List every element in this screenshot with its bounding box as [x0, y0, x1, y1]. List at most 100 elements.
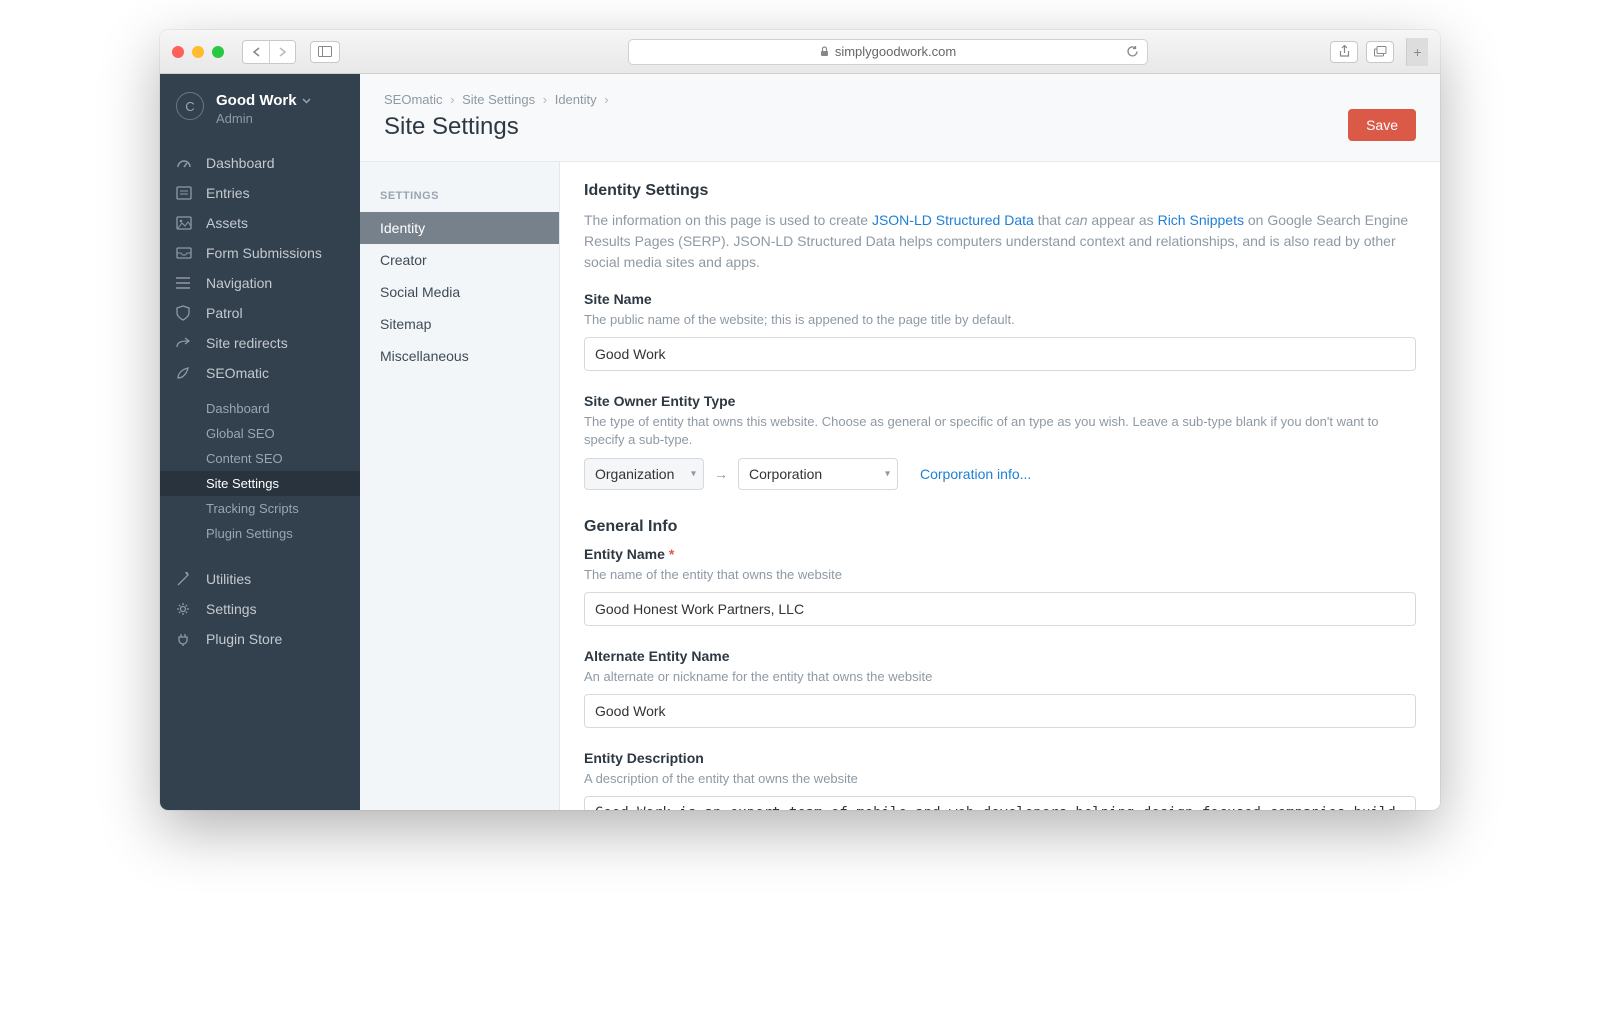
- browser-window: simplygoodwork.com + C Good Work: [160, 30, 1440, 810]
- reload-icon[interactable]: [1126, 45, 1139, 58]
- settings-tab-identity[interactable]: Identity: [360, 212, 559, 244]
- entity-type-select-a[interactable]: Organization: [584, 458, 704, 490]
- subnav-dashboard[interactable]: Dashboard: [160, 396, 360, 421]
- site-name-label: Site Name: [584, 291, 1416, 307]
- sidebar-item-entries[interactable]: Entries: [160, 178, 360, 208]
- identity-heading: Identity Settings: [584, 182, 1416, 200]
- entity-type-help: The type of entity that owns this websit…: [584, 413, 1416, 449]
- url-host: simplygoodwork.com: [835, 44, 956, 59]
- settings-tab-sitemap[interactable]: Sitemap: [360, 308, 559, 340]
- gear-icon: [176, 602, 194, 616]
- sidebar-footer-nav: Utilities Settings Plugin Store: [160, 556, 360, 662]
- settings-heading: SETTINGS: [360, 190, 559, 212]
- alt-name-help: An alternate or nickname for the entity …: [584, 668, 1416, 686]
- org-name: Good Work: [216, 92, 311, 109]
- org-avatar: C: [176, 92, 204, 120]
- entity-name-label: Entity Name*: [584, 546, 1416, 562]
- subnav-content-seo[interactable]: Content SEO: [160, 446, 360, 471]
- identity-description: The information on this page is used to …: [584, 210, 1416, 273]
- entity-name-input[interactable]: [584, 592, 1416, 626]
- chevron-right-icon: ›: [450, 92, 454, 107]
- new-tab-button[interactable]: +: [1406, 38, 1428, 66]
- entity-type-label: Site Owner Entity Type: [584, 393, 1416, 409]
- entity-type-select-b[interactable]: Corporation: [738, 458, 898, 490]
- subnav-tracking-scripts[interactable]: Tracking Scripts: [160, 496, 360, 521]
- back-button[interactable]: [243, 41, 269, 63]
- field-entity-name: Entity Name* The name of the entity that…: [584, 546, 1416, 626]
- redirect-icon: [176, 337, 194, 349]
- lock-icon: [820, 46, 829, 57]
- sidebar-item-plugin-store[interactable]: Plugin Store: [160, 624, 360, 654]
- settings-tab-miscellaneous[interactable]: Miscellaneous: [360, 340, 559, 372]
- field-site-name: Site Name The public name of the website…: [584, 291, 1416, 371]
- breadcrumb-site-settings[interactable]: Site Settings: [462, 92, 535, 107]
- menu-icon: [176, 277, 194, 289]
- alt-name-label: Alternate Entity Name: [584, 648, 1416, 664]
- leaf-icon: [176, 366, 194, 380]
- corporation-info-link[interactable]: Corporation info...: [920, 466, 1031, 482]
- sidebar-item-seomatic[interactable]: SEOmatic: [160, 358, 360, 388]
- newspaper-icon: [176, 186, 194, 200]
- shield-icon: [176, 305, 194, 321]
- close-window-button[interactable]: [172, 46, 184, 58]
- share-button[interactable]: [1330, 41, 1358, 63]
- entity-name-help: The name of the entity that owns the web…: [584, 566, 1416, 584]
- required-asterisk: *: [669, 546, 674, 562]
- breadcrumb-identity[interactable]: Identity: [555, 92, 597, 107]
- inbox-icon: [176, 247, 194, 259]
- tabs-button[interactable]: [1366, 41, 1394, 63]
- address-bar[interactable]: simplygoodwork.com: [628, 39, 1148, 65]
- subnav-site-settings[interactable]: Site Settings: [160, 471, 360, 496]
- sidebar-item-utilities[interactable]: Utilities: [160, 564, 360, 594]
- jsonld-link[interactable]: JSON-LD Structured Data: [872, 212, 1034, 228]
- field-alt-name: Alternate Entity Name An alternate or ni…: [584, 648, 1416, 728]
- sidebar-item-navigation[interactable]: Navigation: [160, 268, 360, 298]
- settings-tab-social-media[interactable]: Social Media: [360, 276, 559, 308]
- sidebar-item-dashboard[interactable]: Dashboard: [160, 148, 360, 178]
- subnav-plugin-settings[interactable]: Plugin Settings: [160, 521, 360, 546]
- maximize-window-button[interactable]: [212, 46, 224, 58]
- image-icon: [176, 216, 194, 230]
- main-header: SEOmatic › Site Settings › Identity › Si…: [360, 74, 1440, 162]
- sidebar-item-site-redirects[interactable]: Site redirects: [160, 328, 360, 358]
- browser-titlebar: simplygoodwork.com +: [160, 30, 1440, 74]
- chevron-right-icon: ›: [543, 92, 547, 107]
- sidebar-item-assets[interactable]: Assets: [160, 208, 360, 238]
- site-name-input[interactable]: [584, 337, 1416, 371]
- subnav-global-seo[interactable]: Global SEO: [160, 421, 360, 446]
- content: Identity Settings The information on thi…: [560, 162, 1440, 810]
- toolbar-right: +: [1330, 38, 1428, 66]
- settings-tab-creator[interactable]: Creator: [360, 244, 559, 276]
- main-area: SEOmatic › Site Settings › Identity › Si…: [360, 74, 1440, 810]
- entity-desc-textarea[interactable]: Good Work is an expert team of mobile an…: [584, 796, 1416, 810]
- alt-name-input[interactable]: [584, 694, 1416, 728]
- sidebar-item-settings[interactable]: Settings: [160, 594, 360, 624]
- chevron-down-icon: [302, 98, 311, 104]
- field-entity-type: Site Owner Entity Type The type of entit…: [584, 393, 1416, 489]
- nav-buttons: [242, 40, 296, 64]
- settings-list: Identity Creator Social Media Sitemap Mi…: [360, 212, 559, 372]
- sidebar-item-form-submissions[interactable]: Form Submissions: [160, 238, 360, 268]
- wrench-icon: [176, 572, 194, 586]
- save-button[interactable]: Save: [1348, 109, 1416, 141]
- arrow-right-icon: →: [714, 466, 728, 482]
- sidebar-toggle-button[interactable]: [310, 41, 340, 63]
- plug-icon: [176, 632, 194, 646]
- seomatic-subnav: Dashboard Global SEO Content SEO Site Se…: [160, 396, 360, 546]
- minimize-window-button[interactable]: [192, 46, 204, 58]
- forward-button[interactable]: [269, 41, 295, 63]
- sidebar-item-patrol[interactable]: Patrol: [160, 298, 360, 328]
- org-role: Admin: [216, 111, 311, 126]
- rich-snippets-link[interactable]: Rich Snippets: [1158, 212, 1244, 228]
- window-controls: [172, 46, 224, 58]
- site-name-help: The public name of the website; this is …: [584, 311, 1416, 329]
- breadcrumb-seomatic[interactable]: SEOmatic: [384, 92, 443, 107]
- entity-type-row: Organization ▾ → Corporation ▾ Corporati…: [584, 458, 1416, 490]
- page-title: Site Settings: [384, 113, 613, 141]
- gauge-icon: [176, 155, 194, 171]
- chevron-right-icon: ›: [604, 92, 608, 107]
- app-body: C Good Work Admin Dashboard Entries Asse…: [160, 74, 1440, 810]
- org-block[interactable]: C Good Work Admin: [160, 74, 360, 140]
- breadcrumb: SEOmatic › Site Settings › Identity ›: [384, 92, 613, 107]
- sidebar-nav: Dashboard Entries Assets Form Submission…: [160, 140, 360, 396]
